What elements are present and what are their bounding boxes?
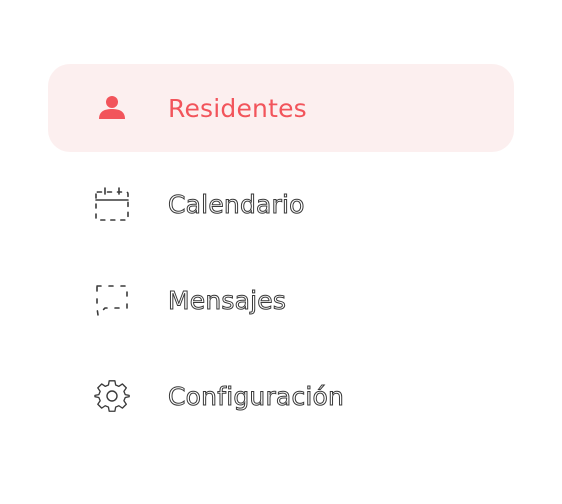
nav-item-calendario[interactable]: Calendario (48, 160, 514, 248)
calendar-icon (94, 186, 130, 222)
nav-item-label: Calendario (168, 189, 305, 219)
nav-item-mensajes[interactable]: Mensajes (48, 256, 514, 344)
nav-item-label: Mensajes (167, 285, 287, 315)
nav-item-label: Residentes (168, 93, 307, 123)
nav-item-residentes[interactable]: Residentes (48, 64, 514, 152)
sidebar-nav: Residentes Calendario Mensajes Configura… (48, 64, 514, 448)
gear-icon (94, 378, 130, 414)
message-icon (94, 282, 130, 318)
nav-item-label: Configuración (167, 381, 345, 411)
person-icon (94, 90, 130, 126)
nav-item-configuracion[interactable]: Configuración (48, 352, 514, 440)
